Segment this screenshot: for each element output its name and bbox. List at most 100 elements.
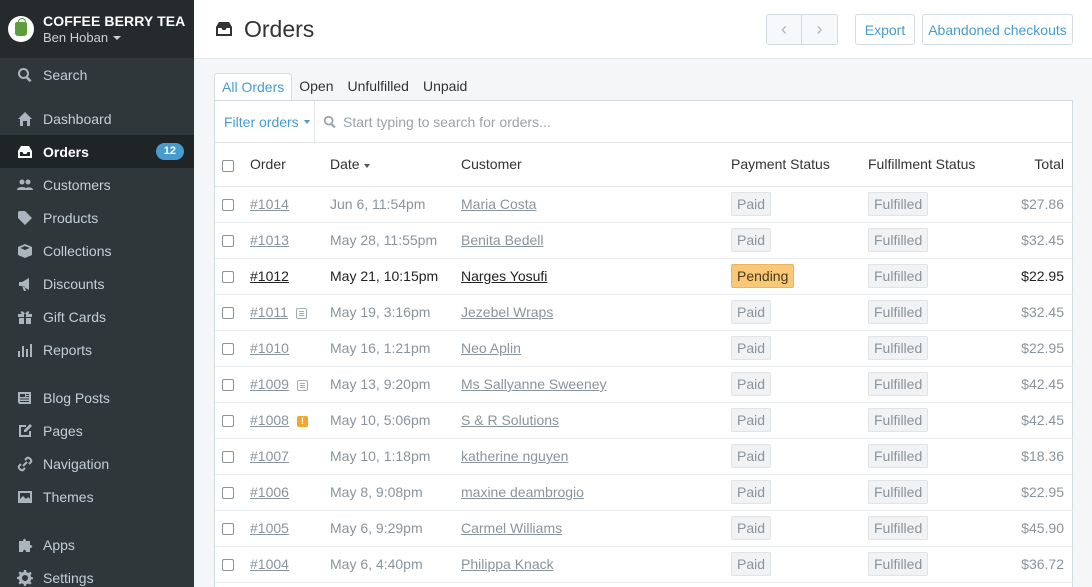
sidebar-item-navigation[interactable]: Navigation [0,447,194,480]
table-row[interactable]: #1005 May 6, 9:29pm Carmel Williams Paid Ful… [215,510,1074,547]
prev-page-button[interactable]: ‹ [766,14,802,45]
filter-bar: Filter orders [215,100,1072,143]
customer-link[interactable]: S & R Solutions [461,412,559,428]
row-checkbox[interactable] [222,307,234,320]
customer-link[interactable]: Benita Bedell [461,232,544,248]
row-checkbox[interactable] [222,415,234,428]
column-customer[interactable]: Customer [461,143,731,187]
column-payment-status[interactable]: Payment Status [731,143,868,187]
fulfillment-status-badge: Fulfilled [868,444,929,468]
customer-link[interactable]: Maria Costa [461,196,536,212]
sidebar-item-dashboard[interactable]: Dashboard [0,102,194,135]
column-date[interactable]: Date [330,143,461,187]
sidebar-item-discounts[interactable]: Discounts [0,267,194,300]
abandoned-checkouts-button[interactable]: Abandoned checkouts [922,14,1073,45]
row-checkbox[interactable] [222,343,234,356]
home-icon [16,111,34,127]
table-row[interactable]: #1007 May 10, 1:18pm katherine nguyen Paid F… [215,438,1074,475]
table-header-row: Order Date Customer Payment Status Fulfi… [215,143,1074,187]
sidebar-item-themes[interactable]: Themes [0,480,194,513]
order-link[interactable]: #1009 [250,376,289,392]
order-note-icon [296,379,308,391]
sidebar-item-orders[interactable]: Orders 12 [0,135,194,168]
export-button[interactable]: Export [855,14,915,45]
table-row[interactable]: #1013 May 28, 11:55pm Benita Bedell Paid Ful… [215,222,1074,259]
order-link[interactable]: #1004 [250,556,289,572]
search-icon [323,115,336,128]
order-link[interactable]: #1008 [250,412,289,428]
customer-link[interactable]: Neo Aplin [461,340,521,356]
store-switcher[interactable]: COFFEE BERRY TEA Ben Hoban [0,0,194,58]
order-link[interactable]: #1011 [250,304,288,320]
row-checkbox[interactable] [222,199,234,212]
sidebar-item-products[interactable]: Products [0,201,194,234]
table-row[interactable]: #1004 May 6, 4:40pm Philippa Knack Paid Fulf… [215,546,1074,583]
customer-link[interactable]: maxine deambrogio [461,484,584,500]
order-link[interactable]: #1007 [250,448,289,464]
select-all-checkbox[interactable] [222,159,234,172]
row-checkbox[interactable] [222,487,234,500]
column-total[interactable]: Total [988,143,1074,187]
row-checkbox[interactable] [222,559,234,572]
sidebar-item-collections[interactable]: Collections [0,234,194,267]
row-checkbox[interactable] [222,235,234,248]
table-row[interactable]: #1008! May 10, 5:06pm S & R Solutions Paid F… [215,402,1074,439]
sidebar-item-label: Reports [43,341,93,358]
sidebar-item-label: Discounts [43,275,105,292]
column-fulfillment-status[interactable]: Fulfillment Status [868,143,988,187]
row-checkbox[interactable] [222,379,234,392]
table-row[interactable]: #1011 May 19, 3:16pm Jezebel Wraps Paid Fulf… [215,294,1074,331]
order-search-input[interactable] [343,113,943,130]
table-row[interactable]: #1014 Jun 6, 11:54pm Maria Costa Paid Fulfil… [215,186,1074,223]
customer-link[interactable]: Philippa Knack [461,556,554,572]
order-link[interactable]: #1005 [250,520,289,536]
next-page-button[interactable]: › [802,14,838,45]
table-row[interactable]: #1010 May 16, 1:21pm Neo Aplin Paid Fulfille… [215,330,1074,367]
tab-open[interactable]: Open [292,73,340,100]
sidebar-item-label: Pages [43,422,83,439]
tab-unfulfilled[interactable]: Unfulfilled [340,73,415,100]
table-row[interactable]: #1012 May 21, 10:15pm Narges Yosufi Pending… [215,258,1074,295]
order-link[interactable]: #1012 [250,268,289,284]
sort-desc-icon [363,163,370,168]
sidebar-item-gift-cards[interactable]: Gift Cards [0,300,194,333]
main-content: Orders ‹ › Export Abandoned checkouts Al… [194,0,1092,587]
payment-status-badge: Paid [731,336,772,360]
sidebar-item-apps[interactable]: Apps [0,528,194,561]
customer-link[interactable]: Ms Sallyanne Sweeney [461,376,607,392]
row-checkbox[interactable] [222,523,234,536]
order-link[interactable]: #1014 [250,196,289,212]
order-link[interactable]: #1013 [250,232,289,248]
sidebar-item-customers[interactable]: Customers [0,168,194,201]
order-link[interactable]: #1010 [250,340,289,356]
payment-status-badge: Paid [731,372,772,396]
sidebar-search[interactable]: Search [0,58,194,91]
row-checkbox[interactable] [222,451,234,464]
column-order[interactable]: Order [250,143,330,187]
store-user[interactable]: Ben Hoban [43,30,185,46]
sidebar-item-label: Apps [43,536,75,553]
table-row[interactable]: #1006 May 8, 9:08pm maxine deambrogio Paid F… [215,474,1074,511]
order-total: $18.36 [988,438,1074,475]
customer-link[interactable]: Carmel Williams [461,520,562,536]
tab-unpaid[interactable]: Unpaid [416,73,474,100]
customer-link[interactable]: Jezebel Wraps [461,304,553,320]
filter-orders-button[interactable]: Filter orders [215,100,315,143]
filter-orders-label: Filter orders [224,113,299,130]
fulfillment-status-badge: Fulfilled [868,228,929,252]
order-total: $27.86 [988,186,1074,223]
row-checkbox[interactable] [222,271,234,284]
tab-all-orders[interactable]: All Orders [214,73,293,100]
fulfillment-status-badge: Fulfilled [868,300,929,324]
customer-link[interactable]: Narges Yosufi [461,268,547,284]
sidebar-item-pages[interactable]: Pages [0,414,194,447]
sidebar-item-settings[interactable]: Settings [0,561,194,587]
customer-link[interactable]: katherine nguyen [461,448,568,464]
sidebar-item-label: Collections [43,242,112,259]
sidebar-item-blog-posts[interactable]: Blog Posts [0,381,194,414]
order-total: $32.45 [988,222,1074,259]
tag-icon [16,210,34,226]
sidebar-item-reports[interactable]: Reports [0,333,194,366]
table-row[interactable]: #1009 May 13, 9:20pm Ms Sallyanne Sweeney P… [215,366,1074,403]
order-link[interactable]: #1006 [250,484,289,500]
